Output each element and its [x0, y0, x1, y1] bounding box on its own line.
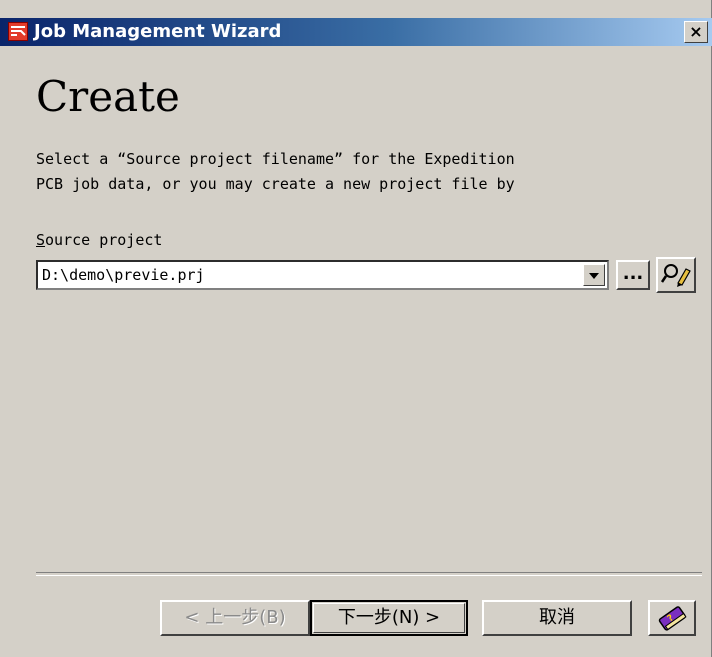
source-project-dropdown-button[interactable] [583, 264, 605, 286]
source-project-label-mnemonic: S [36, 231, 46, 249]
page-description: Select a “Source project filename” for t… [36, 150, 515, 193]
source-project-label: Source project [36, 231, 162, 249]
help-button[interactable]: ? [648, 600, 696, 636]
wizard-app-icon [8, 22, 28, 41]
magnifier-pencil-icon [660, 264, 691, 287]
back-button[interactable]: < 上一步(B) [160, 600, 310, 636]
source-project-label-text: ource project [45, 231, 163, 249]
help-book-icon: ? [658, 606, 687, 631]
chevron-down-icon [589, 273, 599, 279]
source-project-combobox[interactable]: D:\demo\previe.prj [36, 260, 609, 290]
job-management-wizard-window: Job Management Wizard × Create Select a … [0, 0, 712, 657]
source-project-input[interactable]: D:\demo\previe.prj [42, 266, 205, 284]
window-title: Job Management Wizard [34, 21, 282, 42]
next-button-label: 下一步(N) > [337, 607, 441, 628]
close-button[interactable]: × [684, 21, 708, 43]
page-title: Create [36, 72, 180, 121]
cancel-button[interactable]: 取消 [482, 600, 632, 636]
search-project-button[interactable] [656, 257, 696, 293]
browse-button[interactable]: ... [616, 260, 650, 290]
footer-separator [36, 572, 702, 576]
next-button[interactable]: 下一步(N) > [310, 600, 468, 636]
title-bar[interactable]: Job Management Wizard × [0, 18, 712, 46]
